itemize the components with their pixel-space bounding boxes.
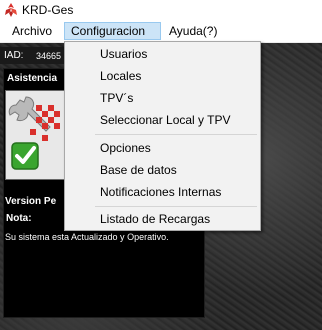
status-message: Su sistema esta Actualizado y Operativo. [5,232,169,242]
panel-title: Asistencia [7,73,58,84]
app-logo-icon [5,3,17,17]
window-title: KRD-Ges [22,3,74,17]
iad-value: 34665 [36,51,62,61]
menu-item-base-de-datos[interactable]: Base de datos [100,163,177,177]
title-bar: KRD-Ges [0,0,322,20]
menu-separator [95,206,257,207]
menu-separator [95,134,257,135]
maintenance-status-icon [8,96,60,170]
menu-item-listado-recargas[interactable]: Listado de Recargas [100,212,210,226]
menu-bar: Archivo Configuracion Ayuda(?) [0,20,322,43]
menu-ayuda[interactable]: Ayuda(?) [163,22,223,40]
menu-configuracion[interactable]: Configuracion [64,22,161,40]
configuracion-dropdown: Usuarios Locales TPV´s Seleccionar Local… [64,41,261,231]
nota-label: Nota: [6,213,32,224]
menu-archivo[interactable]: Archivo [6,22,58,40]
menu-item-tpvs[interactable]: TPV´s [100,91,133,105]
menu-item-seleccionar-local-tpv[interactable]: Seleccionar Local y TPV [100,113,231,127]
iad-label: IAD: [4,50,24,61]
menu-item-notificaciones-internas[interactable]: Notificaciones Internas [100,185,221,199]
version-label: Version Pe [5,196,57,207]
menu-item-opciones[interactable]: Opciones [100,141,151,155]
menu-item-usuarios[interactable]: Usuarios [100,47,147,61]
status-icon-box [5,90,65,180]
menu-item-locales[interactable]: Locales [100,69,141,83]
